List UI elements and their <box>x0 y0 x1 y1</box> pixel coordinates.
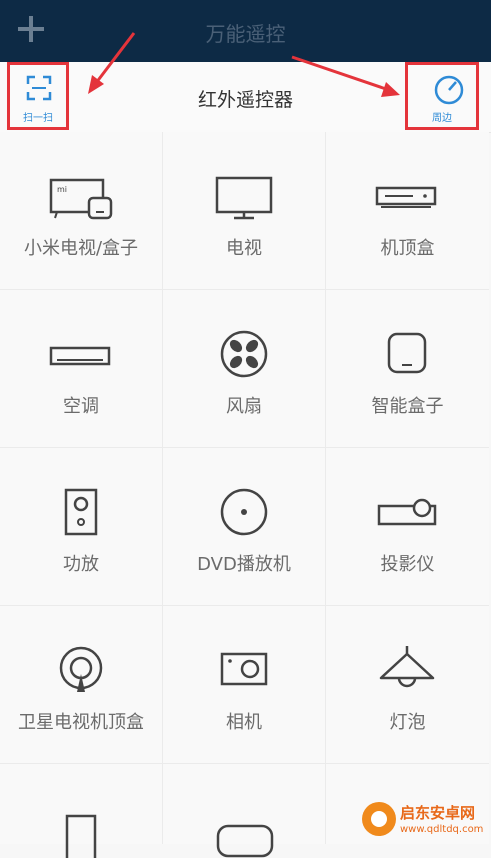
device-label: 相机 <box>226 712 262 733</box>
watermark-logo-icon <box>362 802 396 836</box>
device-tile-fan[interactable]: 风扇 <box>163 290 326 448</box>
mi-tv-box-icon: mi <box>49 178 113 220</box>
device-tile-air-conditioner[interactable]: 空调 <box>0 290 163 448</box>
rounded-device-icon <box>216 824 274 858</box>
camera-icon <box>220 652 268 686</box>
device-tile-mi-tv[interactable]: mi 小米电视/盒子 <box>0 132 163 290</box>
device-tile-lamp[interactable]: 灯泡 <box>326 606 489 764</box>
device-label: DVD播放机 <box>197 554 291 575</box>
fan-icon <box>220 330 268 378</box>
dvd-player-icon <box>220 488 268 536</box>
device-label: 卫星电视机顶盒 <box>18 712 144 733</box>
tv-icon <box>215 176 273 220</box>
device-tile-projector[interactable]: 投影仪 <box>326 448 489 606</box>
annotation-arrows <box>88 32 400 97</box>
device-tile-satellite[interactable]: 卫星电视机顶盒 <box>0 606 163 764</box>
device-label: 小米电视/盒子 <box>23 238 139 259</box>
lamp-icon <box>379 646 435 688</box>
device-tile-amplifier[interactable]: 功放 <box>0 448 163 606</box>
projector-icon <box>377 498 437 526</box>
device-tile-dvd[interactable]: DVD播放机 <box>163 448 326 606</box>
device-tile-camera[interactable]: 相机 <box>163 606 326 764</box>
device-label: 智能盒子 <box>371 396 444 417</box>
device-label: 空调 <box>63 396 99 417</box>
set-top-box-icon <box>375 186 437 208</box>
device-tile-phone[interactable] <box>0 764 163 858</box>
air-conditioner-icon <box>49 346 111 366</box>
amplifier-icon <box>64 488 98 536</box>
device-tile-rounded-device[interactable] <box>163 764 326 858</box>
device-label: 投影仪 <box>380 554 435 575</box>
satellite-box-icon <box>59 646 103 692</box>
device-label: 功放 <box>63 554 99 575</box>
device-tile-set-top-box[interactable]: 机顶盒 <box>326 132 489 290</box>
watermark-url: www.qdltdq.com <box>400 824 484 835</box>
device-tile-smart-box[interactable]: 智能盒子 <box>326 290 489 448</box>
svg-text:mi: mi <box>57 185 67 194</box>
device-label: 机顶盒 <box>380 238 435 259</box>
device-label: 电视 <box>226 238 262 259</box>
phone-icon <box>65 814 97 858</box>
device-label: 风扇 <box>226 396 262 417</box>
device-tile-tv[interactable]: 电视 <box>163 132 326 290</box>
watermark-name: 启东安卓网 <box>400 804 476 822</box>
device-label: 灯泡 <box>389 712 426 733</box>
smart-box-icon <box>387 332 427 374</box>
watermark: 启东安卓网 www.qdltdq.com <box>362 800 490 842</box>
